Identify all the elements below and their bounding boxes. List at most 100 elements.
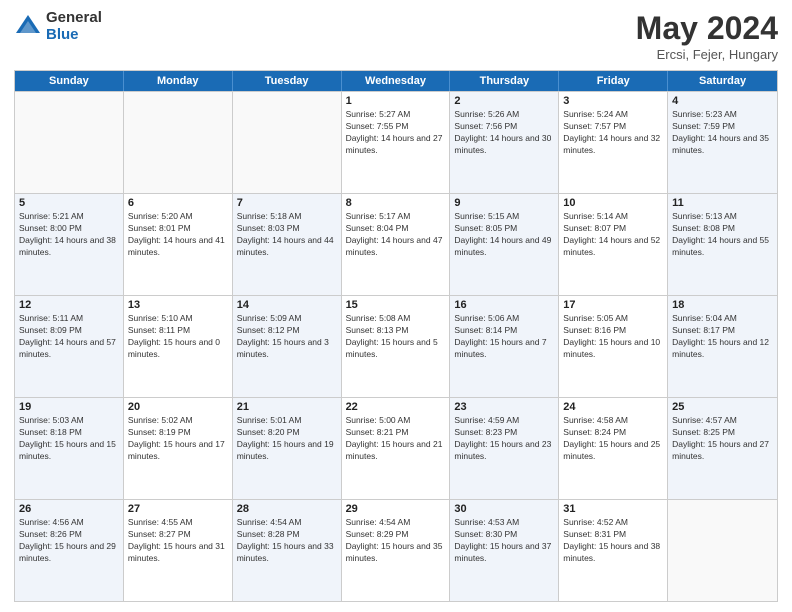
cell-info: Sunrise: 4:54 AMSunset: 8:28 PMDaylight:… [237,517,337,565]
calendar-cell: 3Sunrise: 5:24 AMSunset: 7:57 PMDaylight… [559,92,668,193]
calendar-cell [124,92,233,193]
cell-info: Sunrise: 5:21 AMSunset: 8:00 PMDaylight:… [19,211,119,259]
calendar-cell: 16 Sunrise: 5:06 AMSunset: 8:14 PMDayligh… [450,296,559,397]
day-number: 26 [19,503,119,515]
calendar-cell: 8 Sunrise: 5:17 AMSunset: 8:04 PMDaylight… [342,194,451,295]
cell-info: Sunrise: 5:11 AMSunset: 8:09 PMDaylight:… [19,313,119,361]
cell-info: Sunrise: 5:26 AMSunset: 7:56 PMDaylight:… [454,109,554,157]
day-number: 21 [237,401,337,413]
calendar-cell: 13 Sunrise: 5:10 AMSunset: 8:11 PMDayligh… [124,296,233,397]
calendar-cell: 24Sunrise: 4:58 AMSunset: 8:24 PMDayligh… [559,398,668,499]
day-number: 19 [19,401,119,413]
calendar-row-2: 12 Sunrise: 5:11 AMSunset: 8:09 PMDayligh… [15,295,777,397]
cell-info: Sunrise: 4:54 AMSunset: 8:29 PMDaylight:… [346,517,446,565]
day-number: 14 [237,299,337,311]
header-day-monday: Monday [124,71,233,91]
calendar-cell: 2Sunrise: 5:26 AMSunset: 7:56 PMDaylight… [450,92,559,193]
day-number: 5 [19,197,119,209]
calendar-row-3: 19 Sunrise: 5:03 AMSunset: 8:18 PMDayligh… [15,397,777,499]
calendar-cell [15,92,124,193]
cell-info: Sunrise: 5:27 AMSunset: 7:55 PMDaylight:… [346,109,446,157]
day-number: 1 [346,95,446,107]
cell-info: Sunrise: 5:05 AMSunset: 8:16 PMDaylight:… [563,313,663,361]
day-number: 20 [128,401,228,413]
cell-info: Sunrise: 5:18 AMSunset: 8:03 PMDaylight:… [237,211,337,259]
calendar-cell: 29 Sunrise: 4:54 AMSunset: 8:29 PMDayligh… [342,500,451,601]
day-number: 11 [672,197,773,209]
logo-icon [14,13,42,41]
subtitle: Ercsi, Fejer, Hungary [636,47,778,62]
calendar-cell: 23 Sunrise: 4:59 AMSunset: 8:23 PMDayligh… [450,398,559,499]
day-number: 12 [19,299,119,311]
calendar-header: SundayMondayTuesdayWednesdayThursdayFrid… [15,71,777,91]
day-number: 13 [128,299,228,311]
day-number: 29 [346,503,446,515]
calendar-cell: 10Sunrise: 5:14 AMSunset: 8:07 PMDayligh… [559,194,668,295]
cell-info: Sunrise: 5:23 AMSunset: 7:59 PMDaylight:… [672,109,773,157]
day-number: 7 [237,197,337,209]
calendar-cell: 4 Sunrise: 5:23 AMSunset: 7:59 PMDaylight… [668,92,777,193]
header-day-thursday: Thursday [450,71,559,91]
calendar-cell: 5 Sunrise: 5:21 AMSunset: 8:00 PMDaylight… [15,194,124,295]
day-number: 15 [346,299,446,311]
calendar-row-0: 1 Sunrise: 5:27 AMSunset: 7:55 PMDaylight… [15,91,777,193]
day-number: 16 [454,299,554,311]
cell-info: Sunrise: 4:53 AMSunset: 8:30 PMDaylight:… [454,517,554,565]
calendar-cell: 22 Sunrise: 5:00 AMSunset: 8:21 PMDayligh… [342,398,451,499]
cell-info: Sunrise: 5:04 AMSunset: 8:17 PMDaylight:… [672,313,773,361]
cell-info: Sunrise: 5:14 AMSunset: 8:07 PMDaylight:… [563,211,663,259]
calendar-cell: 28 Sunrise: 4:54 AMSunset: 8:28 PMDayligh… [233,500,342,601]
calendar-cell: 15Sunrise: 5:08 AMSunset: 8:13 PMDayligh… [342,296,451,397]
title-block: May 2024 Ercsi, Fejer, Hungary [636,10,778,62]
cell-info: Sunrise: 5:09 AMSunset: 8:12 PMDaylight:… [237,313,337,361]
day-number: 17 [563,299,663,311]
header-day-friday: Friday [559,71,668,91]
calendar-cell: 20 Sunrise: 5:02 AMSunset: 8:19 PMDayligh… [124,398,233,499]
calendar-cell: 30 Sunrise: 4:53 AMSunset: 8:30 PMDayligh… [450,500,559,601]
day-number: 24 [563,401,663,413]
day-number: 18 [672,299,773,311]
header-day-sunday: Sunday [15,71,124,91]
calendar-row-4: 26 Sunrise: 4:56 AMSunset: 8:26 PMDayligh… [15,499,777,601]
calendar-cell: 14 Sunrise: 5:09 AMSunset: 8:12 PMDayligh… [233,296,342,397]
cell-info: Sunrise: 5:03 AMSunset: 8:18 PMDaylight:… [19,415,119,463]
calendar-cell: 17 Sunrise: 5:05 AMSunset: 8:16 PMDayligh… [559,296,668,397]
cell-info: Sunrise: 5:01 AMSunset: 8:20 PMDaylight:… [237,415,337,463]
cell-info: Sunrise: 5:06 AMSunset: 8:14 PMDaylight:… [454,313,554,361]
day-number: 23 [454,401,554,413]
cell-info: Sunrise: 4:59 AMSunset: 8:23 PMDaylight:… [454,415,554,463]
day-number: 4 [672,95,773,107]
day-number: 28 [237,503,337,515]
header-day-saturday: Saturday [668,71,777,91]
calendar-cell [233,92,342,193]
cell-info: Sunrise: 4:52 AMSunset: 8:31 PMDaylight:… [563,517,663,565]
calendar-row-1: 5 Sunrise: 5:21 AMSunset: 8:00 PMDaylight… [15,193,777,295]
calendar-cell: 26 Sunrise: 4:56 AMSunset: 8:26 PMDayligh… [15,500,124,601]
logo: General Blue [14,10,102,43]
calendar-cell: 1 Sunrise: 5:27 AMSunset: 7:55 PMDaylight… [342,92,451,193]
day-number: 30 [454,503,554,515]
calendar-cell: 6Sunrise: 5:20 AMSunset: 8:01 PMDaylight… [124,194,233,295]
calendar-cell [668,500,777,601]
calendar-cell: 31 Sunrise: 4:52 AMSunset: 8:31 PMDayligh… [559,500,668,601]
header-day-wednesday: Wednesday [342,71,451,91]
calendar-cell: 9Sunrise: 5:15 AMSunset: 8:05 PMDaylight… [450,194,559,295]
day-number: 22 [346,401,446,413]
cell-info: Sunrise: 5:17 AMSunset: 8:04 PMDaylight:… [346,211,446,259]
cell-info: Sunrise: 4:57 AMSunset: 8:25 PMDaylight:… [672,415,773,463]
calendar-body: 1 Sunrise: 5:27 AMSunset: 7:55 PMDaylight… [15,91,777,601]
calendar: SundayMondayTuesdayWednesdayThursdayFrid… [14,70,778,602]
cell-info: Sunrise: 5:13 AMSunset: 8:08 PMDaylight:… [672,211,773,259]
cell-info: Sunrise: 5:02 AMSunset: 8:19 PMDaylight:… [128,415,228,463]
calendar-cell: 18 Sunrise: 5:04 AMSunset: 8:17 PMDayligh… [668,296,777,397]
cell-info: Sunrise: 5:00 AMSunset: 8:21 PMDaylight:… [346,415,446,463]
cell-info: Sunrise: 5:10 AMSunset: 8:11 PMDaylight:… [128,313,228,361]
day-number: 27 [128,503,228,515]
header-day-tuesday: Tuesday [233,71,342,91]
day-number: 25 [672,401,773,413]
day-number: 31 [563,503,663,515]
day-number: 8 [346,197,446,209]
cell-info: Sunrise: 4:55 AMSunset: 8:27 PMDaylight:… [128,517,228,565]
logo-blue-text: Blue [46,27,102,44]
cell-info: Sunrise: 4:56 AMSunset: 8:26 PMDaylight:… [19,517,119,565]
